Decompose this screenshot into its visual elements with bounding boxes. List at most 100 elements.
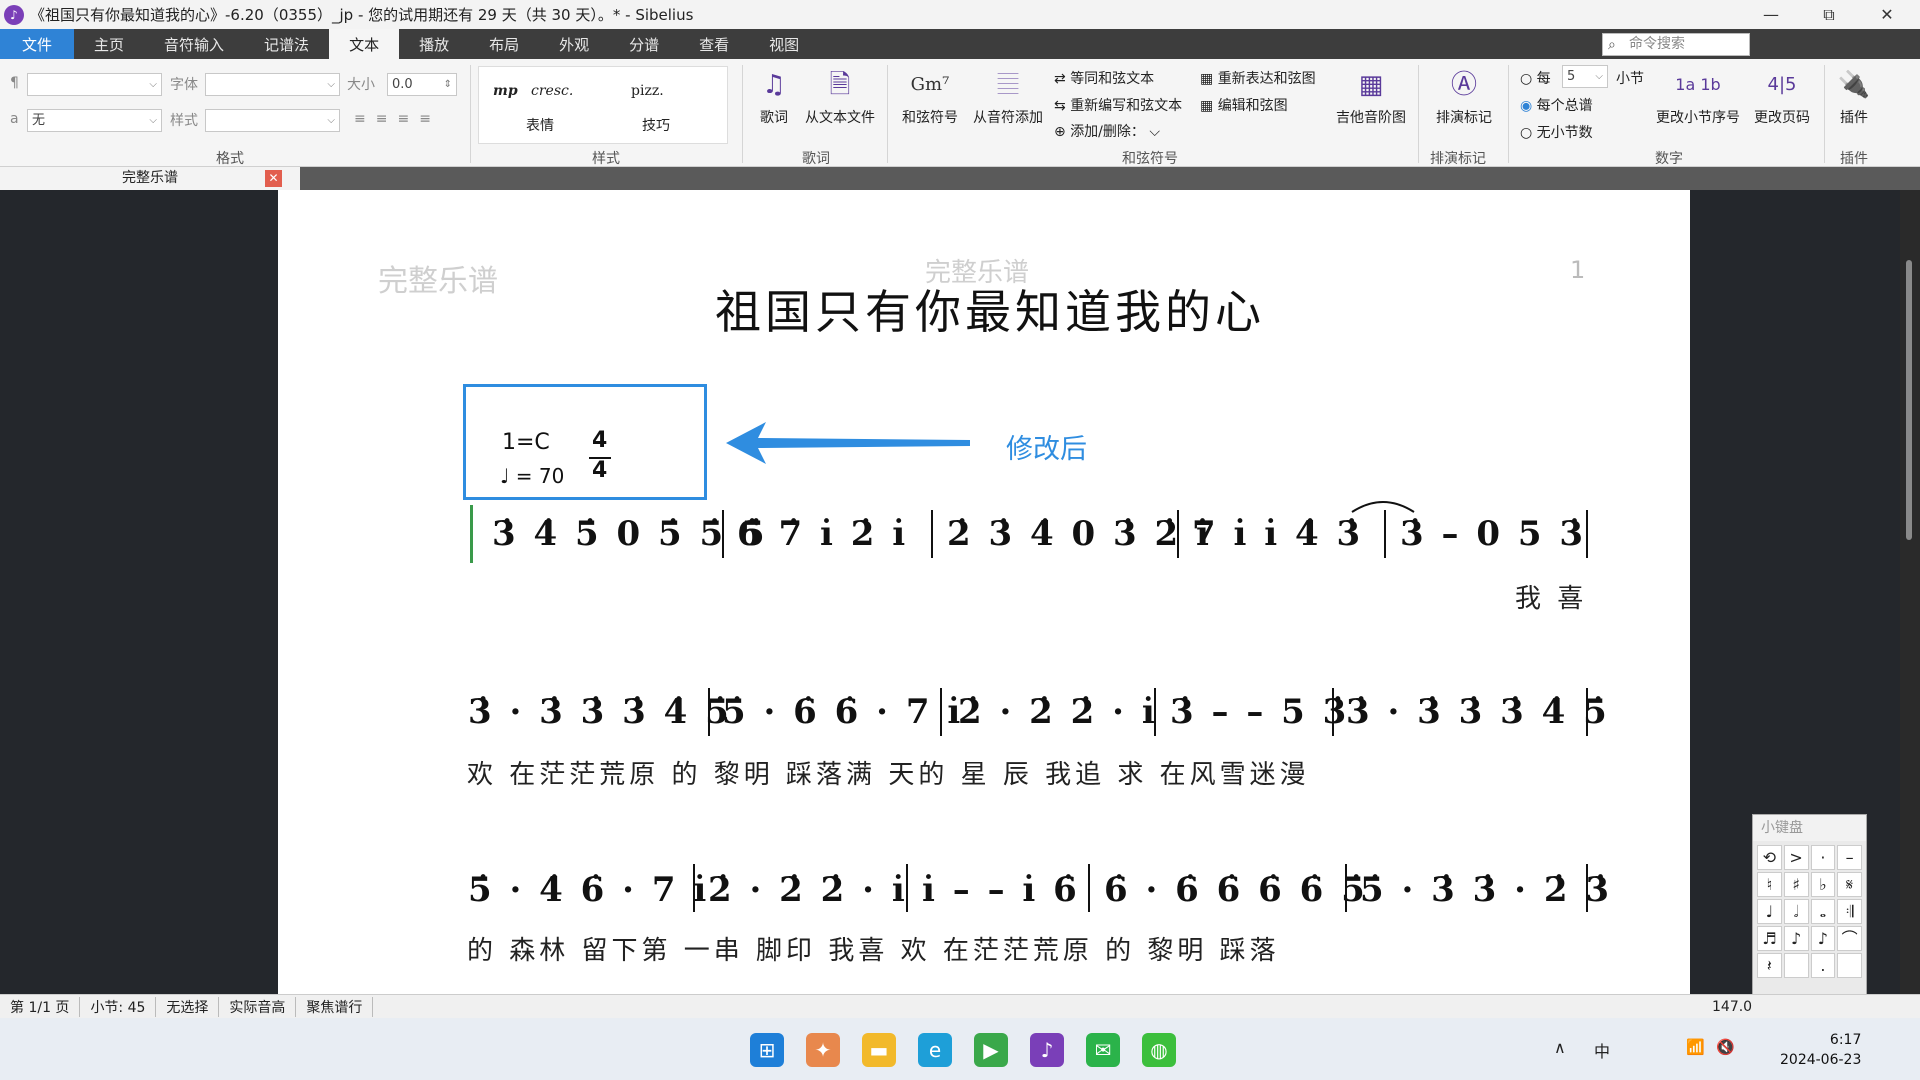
lyrics-row-1[interactable]: 我 喜 [1515, 578, 1587, 615]
keypad-key[interactable]: ♭ [1810, 872, 1836, 897]
tray-chevron-icon[interactable]: ∧ [1554, 1038, 1566, 1057]
font-select[interactable]: ⌵ [205, 73, 340, 96]
status-pitch[interactable]: 实际音高 [219, 996, 297, 1017]
chord-symbol-button[interactable]: Gm⁷ 和弦符号 [895, 63, 965, 127]
measure-15[interactable]: 5̇ · 3̇ 3̇ · 2̇ 3̇ [1360, 870, 1612, 910]
keypad-key[interactable]: ♯ [1783, 872, 1809, 897]
style-technique[interactable]: 技巧 [642, 115, 670, 135]
keypad-key[interactable]: ♪ [1783, 926, 1809, 951]
lyrics-row-2[interactable]: 欢 在茫茫荒原 的 黎明 踩落满 天的 星 辰 我追 求 在风雪迷漫 [467, 754, 1310, 791]
change-page-number-button[interactable]: 4|5 更改页码 [1746, 63, 1818, 127]
measure-7[interactable]: 5̇ · 6̇ 6̇ · 7 i̇ [722, 692, 963, 732]
tab-appearance[interactable]: 外观 [539, 29, 609, 59]
measure-2[interactable]: 6̇ 7̇ i̇ 2̇ i̇ [737, 514, 908, 554]
measure-6[interactable]: 3̇ · 3̇ 3̇ 3̇ 4̇ 5̇ [468, 692, 732, 732]
message-icon[interactable]: ✉ [1086, 1033, 1120, 1067]
maximize-button[interactable]: ⧉ [1800, 0, 1858, 29]
radio-every-system[interactable]: ◉ 每个总谱 [1520, 95, 1593, 115]
respell-chord-text-button[interactable]: ⇆ 重新编写和弦文本 [1054, 95, 1182, 115]
volume-icon[interactable]: 🔇 [1716, 1038, 1735, 1056]
rehearsal-mark-button[interactable]: Ⓐ 排演标记 [1428, 63, 1500, 127]
from-text-file-button[interactable]: 🗎 从文本文件 [800, 63, 880, 127]
clock-time: 6:17 [1829, 1032, 1862, 1048]
keypad-key[interactable]: ♬ [1757, 926, 1782, 951]
size-input[interactable]: 0.0 ⇕ [387, 73, 457, 96]
keypad-key[interactable]: > [1783, 845, 1809, 870]
status-focus[interactable]: 聚焦谱行 [296, 996, 374, 1017]
keypad-key[interactable]: ♩ [1757, 899, 1782, 924]
ime-indicator[interactable]: 中 [1594, 1038, 1610, 1062]
style-gallery[interactable]: mp cresc. pizz. 表情 技巧 [478, 66, 728, 144]
scrollbar-thumb[interactable] [1906, 260, 1912, 540]
keypad-key[interactable]: – [1837, 845, 1862, 870]
keypad-key[interactable] [1837, 953, 1862, 978]
measure-9[interactable]: 3̇ – – 5 3̇ [1170, 692, 1349, 732]
keypad-key[interactable]: 𝄽 [1757, 953, 1782, 978]
keypad-key[interactable]: . [1810, 953, 1836, 978]
align-buttons[interactable]: ≡≡≡≡ [354, 111, 441, 127]
tab-layout[interactable]: 布局 [469, 29, 539, 59]
tab-play[interactable]: 播放 [399, 29, 469, 59]
keypad-key[interactable]: ♪ [1810, 926, 1836, 951]
measure-5[interactable]: 3̇ – 0 5 3̇ [1400, 514, 1586, 554]
sibelius-taskbar-icon[interactable]: ♪ [1030, 1033, 1064, 1067]
measure-12[interactable]: 2̇ · 2̇ 2̇ · i̇ [708, 870, 908, 910]
keypad-key[interactable]: 𝄋 [1837, 872, 1862, 897]
measure-3[interactable]: 2̇ 3̇ 4̇ 0 3̇ 2̇ i̇ [947, 514, 1212, 554]
keypad-key[interactable]: · [1810, 845, 1836, 870]
tab-home[interactable]: 主页 [74, 29, 144, 59]
paragraph-style-select[interactable]: ⌵ [27, 73, 162, 96]
edit-chord-diagram-button[interactable]: ▦ 编辑和弦图 [1200, 95, 1288, 115]
measure-13[interactable]: i̇ – – i̇ 6̇ [922, 870, 1080, 910]
command-search-input[interactable]: ⌕ 命令搜索 [1602, 33, 1750, 56]
style-expression[interactable]: 表情 [526, 115, 554, 135]
char-style-select[interactable]: 无 ⌵ [27, 109, 162, 132]
add-remove-button[interactable]: ⊕ 添加/删除： ⌵ [1054, 121, 1160, 141]
change-bar-number-button[interactable]: 1a 1b 更改小节序号 [1652, 63, 1744, 127]
style-select[interactable]: ⌵ [205, 109, 340, 132]
document-tab[interactable]: 完整乐谱 [0, 167, 300, 190]
plugins-button[interactable]: 🔌 插件 [1830, 63, 1878, 127]
respell-chord-diagram-button[interactable]: ▦ 重新表达和弦图 [1200, 68, 1316, 88]
tab-view[interactable]: 视图 [749, 29, 819, 59]
tab-file[interactable]: 文件 [0, 29, 75, 59]
zoom-level[interactable]: 147.0 [1712, 999, 1752, 1015]
measure-14[interactable]: 6̇ · 6̇ 6̇ 6̇ 6̇ 5̇ [1104, 870, 1368, 910]
add-from-notes-button[interactable]: 𝄚 从音符添加 [967, 63, 1049, 127]
measure-11[interactable]: 5̇ · 4̇ 6̇ · 7 i̇ [468, 870, 709, 910]
tab-note-input[interactable]: 音符输入 [144, 29, 244, 59]
edge-icon[interactable]: e [918, 1033, 952, 1067]
lyrics-button[interactable]: ♫ 歌词 [752, 63, 796, 127]
minimize-button[interactable]: — [1742, 0, 1800, 29]
measure-10[interactable]: 3̇ · 3̇ 3̇ 3̇ 4̇ 5̇ [1346, 692, 1610, 732]
equiv-chord-text-button[interactable]: ⇄ 等同和弦文本 [1054, 68, 1154, 88]
folder-icon[interactable]: ▬ [862, 1033, 896, 1067]
play-icon[interactable]: ▶ [974, 1033, 1008, 1067]
tab-text[interactable]: 文本 [329, 29, 400, 59]
keypad-key[interactable] [1783, 953, 1809, 978]
measure-1[interactable]: 3̇ 4̇ 5̇ 0 5̇ 5̇ 5̇ [492, 514, 768, 554]
guitar-scale-button[interactable]: ▦ 吉他音阶图 [1330, 63, 1412, 127]
start-icon[interactable]: ⊞ [750, 1033, 784, 1067]
radio-no-bar-numbers[interactable]: ○ 无小节数 [1520, 122, 1593, 142]
measure-4[interactable]: 7 i̇ i̇ 4̇ 3̇ [1192, 514, 1363, 554]
close-tab-icon[interactable]: ✕ [265, 170, 282, 187]
keypad-key[interactable]: ⟲ [1757, 845, 1782, 870]
tab-parts[interactable]: 分谱 [609, 29, 679, 59]
keypad-key[interactable]: 𝅗𝅥 [1783, 899, 1809, 924]
measure-8[interactable]: 2̇ · 2̇ 2̇ · i̇ [958, 692, 1158, 732]
keypad-key[interactable]: 𝄇 [1837, 899, 1862, 924]
copilot-icon[interactable]: ✦ [806, 1033, 840, 1067]
every-value-input[interactable]: 5 ⌵ [1562, 65, 1608, 88]
keypad-key[interactable]: ♮ [1757, 872, 1782, 897]
keypad-key[interactable]: 𝅝 [1810, 899, 1836, 924]
close-button[interactable]: ✕ [1858, 0, 1916, 29]
clock[interactable]: 6:17 2024-06-23 [1780, 1030, 1861, 1070]
tab-review[interactable]: 查看 [679, 29, 749, 59]
lyrics-row-3[interactable]: 的 森林 留下第 一串 脚印 我喜 欢 在茫茫荒原 的 黎明 踩落 [467, 930, 1280, 967]
keypad-key[interactable]: ⌒ [1837, 926, 1862, 951]
radio-every[interactable]: ○ 每 [1520, 68, 1551, 88]
wechat-icon[interactable]: ◍ [1142, 1033, 1176, 1067]
tab-notations[interactable]: 记谱法 [244, 29, 329, 59]
wifi-icon[interactable]: 📶 [1686, 1038, 1705, 1056]
